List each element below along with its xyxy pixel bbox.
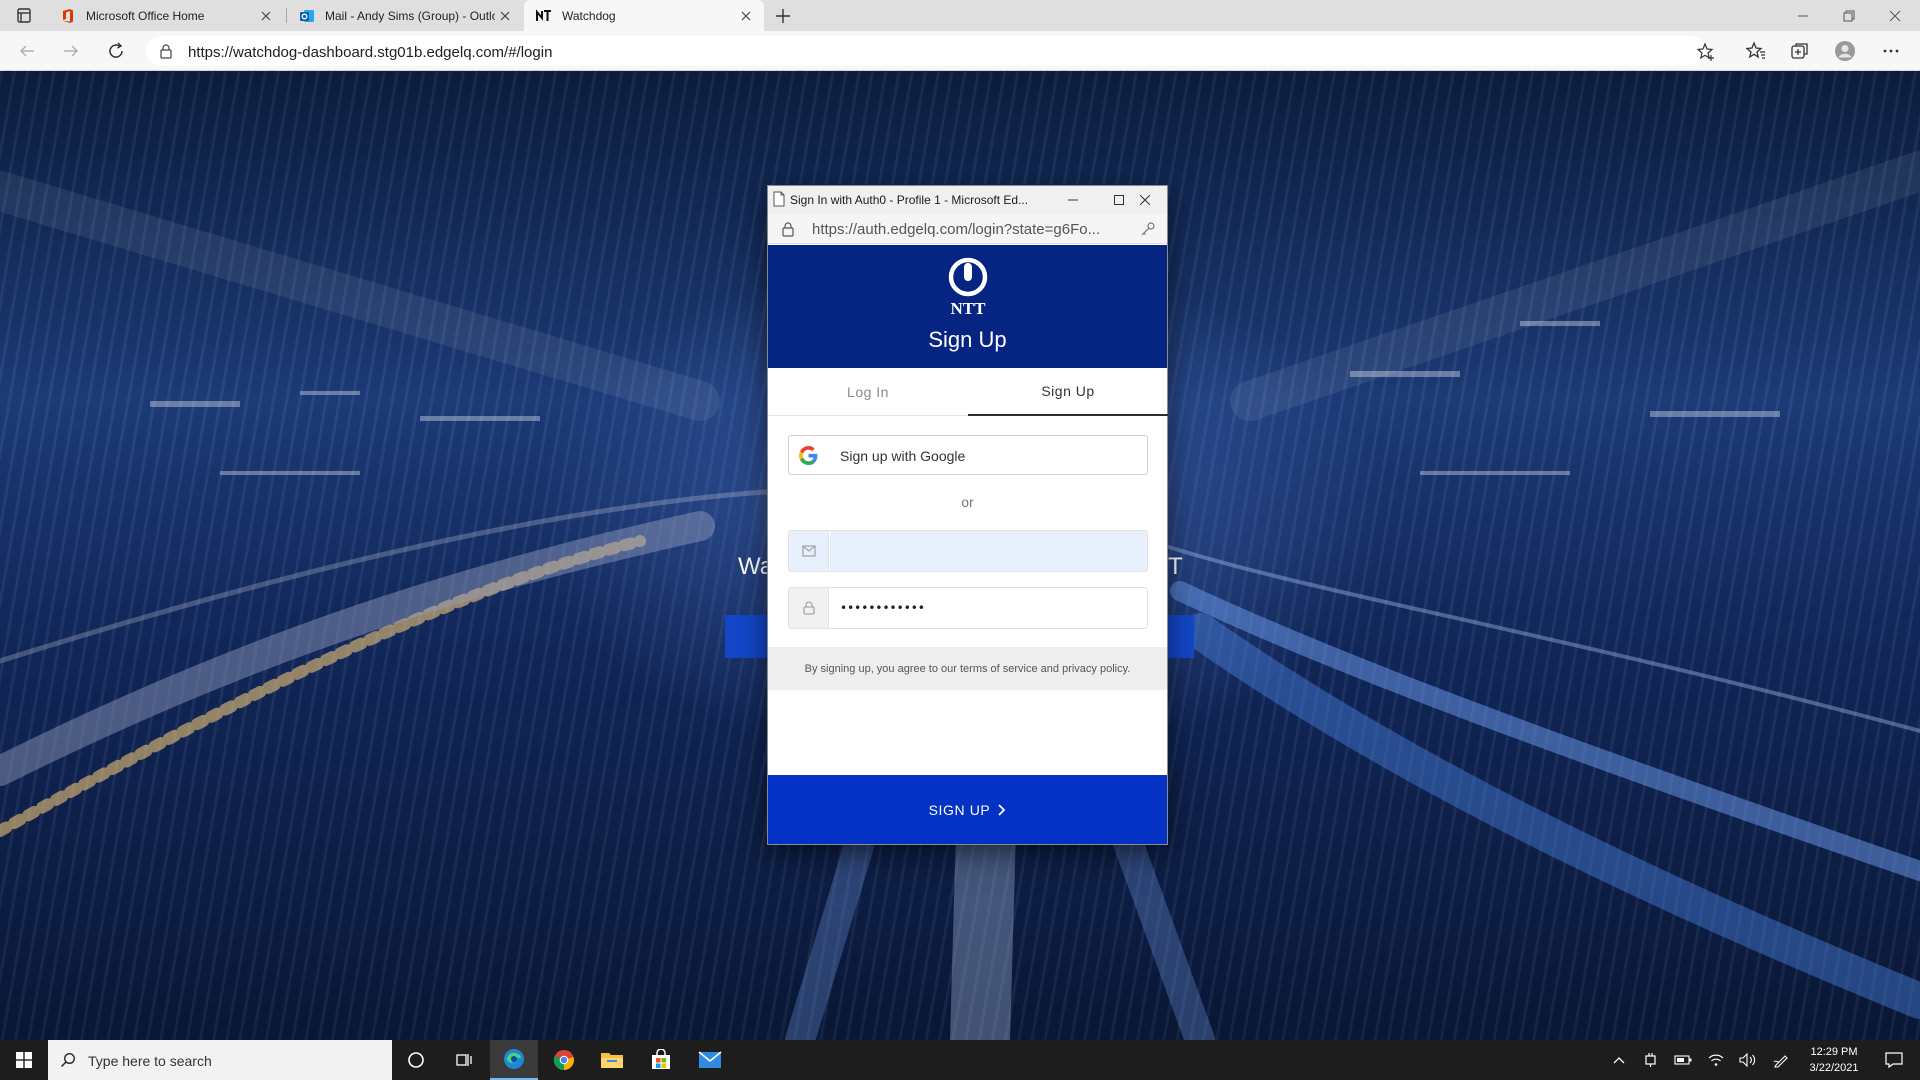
auth-tabs: Log In Sign Up	[768, 368, 1168, 416]
browser-tab-bar: Microsoft Office Home Mail - Andy Sims (…	[0, 0, 1920, 31]
profile-avatar-icon[interactable]	[1834, 40, 1856, 62]
tab-watchdog[interactable]: Watchdog	[524, 0, 764, 31]
url-field[interactable]: https://watchdog-dashboard.stg01b.edgelq…	[146, 36, 1714, 66]
google-icon	[799, 446, 818, 465]
or-divider: or	[961, 494, 974, 510]
popup-url-text: https://auth.edgelq.com/login?state=g6Fo…	[812, 221, 1101, 238]
notifications-icon[interactable]	[1872, 1040, 1916, 1080]
tab-log-in[interactable]: Log In	[768, 368, 968, 416]
clock-time: 12:29 PM	[1810, 1046, 1858, 1058]
close-tab-icon[interactable]	[736, 6, 756, 26]
pen-workspace-icon[interactable]	[1766, 1040, 1796, 1080]
password-input[interactable]	[830, 588, 1147, 628]
auth-popup-window: Sign In with Auth0 - Profile 1 - Microso…	[767, 185, 1168, 845]
tab-title: Watchdog	[562, 8, 616, 23]
popup-title-bar[interactable]: Sign In with Auth0 - Profile 1 - Microso…	[768, 186, 1167, 214]
close-tab-icon[interactable]	[495, 6, 515, 26]
close-tab-icon[interactable]	[256, 6, 276, 26]
sign-up-submit-label: SIGN UP	[928, 801, 991, 818]
microsoft-store-icon[interactable]	[637, 1040, 685, 1080]
google-signup-label: Sign up with Google	[840, 448, 966, 464]
search-placeholder: Type here to search	[88, 1053, 212, 1069]
refresh-icon[interactable]	[105, 40, 127, 62]
search-icon	[60, 1052, 76, 1068]
forward-icon[interactable]	[60, 40, 82, 62]
battery-icon[interactable]	[1668, 1040, 1698, 1080]
more-options-icon[interactable]	[1880, 40, 1902, 62]
popup-minimize-icon[interactable]	[1053, 186, 1093, 214]
sign-up-submit-button[interactable]: SIGN UP	[768, 775, 1167, 844]
chevron-right-icon	[996, 803, 1006, 816]
taskbar-search-box[interactable]: Type here to search	[48, 1040, 392, 1080]
wifi-icon[interactable]	[1701, 1040, 1731, 1080]
meet-now-icon[interactable]	[1636, 1040, 1666, 1080]
start-windows-icon[interactable]	[0, 1040, 48, 1080]
email-input[interactable]	[830, 531, 1147, 571]
lock-icon[interactable]	[780, 221, 796, 237]
cortana-icon[interactable]	[392, 1040, 440, 1080]
edge-browser-icon[interactable]	[490, 1040, 538, 1080]
close-window-icon[interactable]	[1872, 0, 1918, 31]
terms-notice: By signing up, you agree to our terms of…	[768, 647, 1167, 690]
google-signup-button[interactable]: Sign up with Google	[788, 435, 1148, 475]
tab-actions-icon[interactable]	[10, 6, 38, 26]
lock-icon	[789, 588, 829, 628]
tab-sign-up[interactable]: Sign Up	[968, 368, 1168, 416]
auth-heading: Sign Up	[928, 327, 1007, 352]
ntt-icon	[536, 8, 552, 24]
tab-title: Mail - Andy Sims (Group) - Outlo	[325, 8, 495, 23]
popup-close-icon[interactable]	[1125, 186, 1165, 214]
outlook-icon	[299, 8, 315, 24]
show-hidden-icons-icon[interactable]	[1604, 1040, 1634, 1080]
chrome-icon[interactable]	[540, 1040, 588, 1080]
background-login-button-right[interactable]	[1166, 615, 1194, 658]
popup-url-bar: https://auth.edgelq.com/login?state=g6Fo…	[768, 214, 1167, 244]
browser-address-bar: https://watchdog-dashboard.stg01b.edgelq…	[0, 31, 1920, 71]
collections-icon[interactable]	[1789, 40, 1811, 62]
system-clock[interactable]: 12:29 PM 3/22/2021	[1798, 1044, 1870, 1076]
tab-office-home[interactable]: Microsoft Office Home	[48, 0, 284, 31]
tab-title: Microsoft Office Home	[86, 8, 205, 23]
password-field-wrapper	[788, 587, 1148, 629]
key-icon[interactable]	[1140, 221, 1156, 237]
task-view-icon[interactable]	[440, 1040, 488, 1080]
auth-header: NTT Sign Up	[768, 245, 1167, 368]
back-icon[interactable]	[16, 40, 38, 62]
volume-icon[interactable]	[1733, 1040, 1763, 1080]
new-tab-icon[interactable]	[772, 5, 794, 27]
envelope-icon	[789, 531, 829, 571]
popup-window-title: Sign In with Auth0 - Profile 1 - Microso…	[790, 193, 1029, 207]
minimize-icon[interactable]	[1780, 0, 1826, 31]
add-favorite-icon[interactable]	[1696, 42, 1716, 62]
document-icon	[771, 191, 787, 207]
office-icon	[60, 8, 76, 24]
lock-icon[interactable]	[158, 43, 174, 59]
url-text: https://watchdog-dashboard.stg01b.edgelq…	[188, 44, 553, 61]
mail-icon[interactable]	[686, 1040, 734, 1080]
file-explorer-icon[interactable]	[588, 1040, 636, 1080]
ntt-logo: NTT	[945, 257, 991, 317]
favorites-icon[interactable]	[1745, 40, 1767, 62]
welcome-heading-right: T	[1168, 553, 1183, 580]
clock-date: 3/22/2021	[1809, 1062, 1859, 1074]
email-field-wrapper	[788, 530, 1148, 572]
ntt-logo-text: NTT	[951, 299, 987, 317]
background-login-button-left[interactable]	[725, 615, 769, 658]
windows-taskbar: Type here to search 12:29 PM 3/22/2021	[0, 1040, 1920, 1080]
tab-outlook-mail[interactable]: Mail - Andy Sims (Group) - Outlo	[287, 0, 523, 31]
restore-icon[interactable]	[1826, 0, 1872, 31]
